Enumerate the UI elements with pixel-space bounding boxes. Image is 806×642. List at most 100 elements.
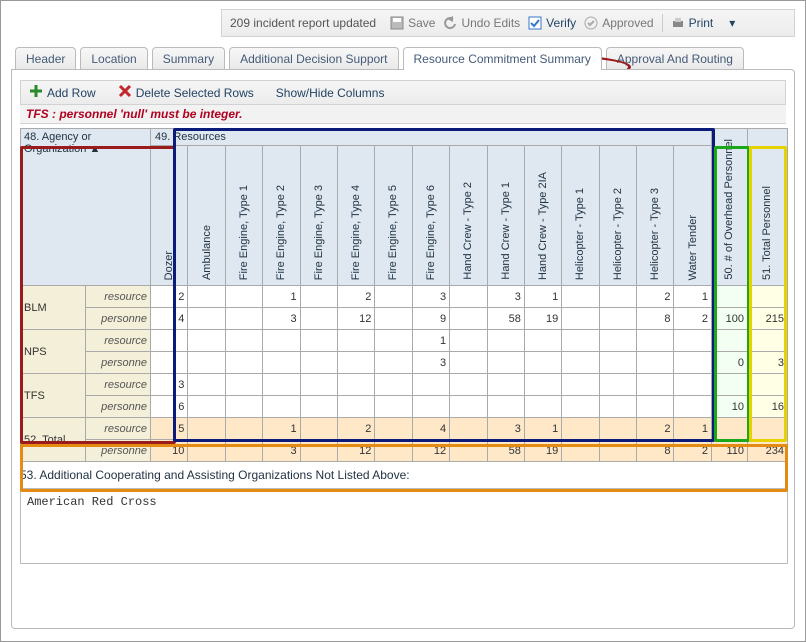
data-cell[interactable]: [225, 418, 262, 440]
data-cell[interactable]: [487, 396, 524, 418]
overhead-cell[interactable]: 100: [712, 308, 748, 330]
data-cell[interactable]: [674, 374, 712, 396]
data-cell[interactable]: [375, 286, 412, 308]
col-water-tender[interactable]: Water Tender: [674, 146, 712, 286]
data-cell[interactable]: [524, 352, 561, 374]
col-helicopter-type-1[interactable]: Helicopter - Type 1: [562, 146, 599, 286]
data-cell[interactable]: [300, 330, 337, 352]
col-ambulance[interactable]: Ambulance: [188, 146, 225, 286]
data-cell[interactable]: [599, 374, 636, 396]
table-row[interactable]: BLMresource21233121: [21, 286, 788, 308]
show-hide-columns-button[interactable]: Show/Hide Columns: [276, 86, 385, 100]
data-cell[interactable]: 1: [263, 418, 300, 440]
resource-grid[interactable]: 48. Agency or Organization ▲49. Resource…: [20, 128, 788, 462]
data-cell[interactable]: 2: [151, 286, 188, 308]
data-cell[interactable]: [637, 352, 674, 374]
total-cell[interactable]: 3: [748, 352, 788, 374]
overhead-cell[interactable]: 0: [712, 352, 748, 374]
overhead-cell[interactable]: 110: [712, 440, 748, 462]
data-cell[interactable]: 5: [151, 418, 188, 440]
data-cell[interactable]: [562, 352, 599, 374]
tab-header[interactable]: Header: [15, 47, 76, 70]
data-cell[interactable]: [599, 396, 636, 418]
data-cell[interactable]: [487, 374, 524, 396]
undo-button[interactable]: Undo Edits: [443, 16, 520, 30]
data-cell[interactable]: [674, 352, 712, 374]
data-cell[interactable]: [562, 286, 599, 308]
data-cell[interactable]: [337, 374, 374, 396]
data-cell[interactable]: 3: [412, 286, 449, 308]
data-cell[interactable]: 3: [151, 374, 188, 396]
data-cell[interactable]: [599, 352, 636, 374]
data-cell[interactable]: [674, 396, 712, 418]
data-cell[interactable]: 2: [637, 418, 674, 440]
data-cell[interactable]: [188, 374, 225, 396]
data-cell[interactable]: [637, 330, 674, 352]
data-cell[interactable]: [375, 396, 412, 418]
data-cell[interactable]: [562, 330, 599, 352]
data-cell[interactable]: [450, 286, 487, 308]
tab-summary[interactable]: Summary: [152, 47, 225, 70]
data-cell[interactable]: 2: [674, 308, 712, 330]
data-cell[interactable]: [337, 396, 374, 418]
table-row[interactable]: personne303: [21, 352, 788, 374]
col-fire-engine-type-5[interactable]: Fire Engine, Type 5: [375, 146, 412, 286]
col-dozer[interactable]: Dozer: [151, 146, 188, 286]
data-cell[interactable]: [487, 352, 524, 374]
data-cell[interactable]: [375, 352, 412, 374]
data-cell[interactable]: 1: [263, 286, 300, 308]
data-cell[interactable]: 3: [487, 286, 524, 308]
data-cell[interactable]: [450, 374, 487, 396]
data-cell[interactable]: [225, 286, 262, 308]
approve-button[interactable]: Approved: [584, 16, 653, 30]
data-cell[interactable]: [412, 396, 449, 418]
data-cell[interactable]: 3: [263, 308, 300, 330]
data-cell[interactable]: [188, 308, 225, 330]
data-cell[interactable]: 19: [524, 308, 561, 330]
total-cell[interactable]: [748, 418, 788, 440]
data-cell[interactable]: 1: [524, 286, 561, 308]
col-overhead[interactable]: 50. # of Overhead Personnel: [712, 129, 748, 286]
total-cell[interactable]: 234: [748, 440, 788, 462]
save-button[interactable]: Save: [390, 16, 435, 30]
data-cell[interactable]: 4: [151, 308, 188, 330]
col-total-personnel[interactable]: 51. Total Personnel: [748, 129, 788, 286]
data-cell[interactable]: 2: [337, 286, 374, 308]
col-fire-engine-type-4[interactable]: Fire Engine, Type 4: [337, 146, 374, 286]
coop-textarea[interactable]: American Red Cross: [20, 488, 788, 564]
data-cell[interactable]: [263, 330, 300, 352]
data-cell[interactable]: [562, 374, 599, 396]
data-cell[interactable]: [300, 374, 337, 396]
data-cell[interactable]: 1: [412, 330, 449, 352]
data-cell[interactable]: [524, 330, 561, 352]
col-fire-engine-type-1[interactable]: Fire Engine, Type 1: [225, 146, 262, 286]
data-cell[interactable]: [599, 286, 636, 308]
data-cell[interactable]: 3: [487, 418, 524, 440]
data-cell[interactable]: [263, 352, 300, 374]
data-cell[interactable]: 4: [412, 418, 449, 440]
data-cell[interactable]: [562, 418, 599, 440]
data-cell[interactable]: [188, 440, 225, 462]
data-cell[interactable]: [450, 352, 487, 374]
data-cell[interactable]: 8: [637, 308, 674, 330]
total-cell[interactable]: [748, 374, 788, 396]
data-cell[interactable]: [599, 440, 636, 462]
data-cell[interactable]: [263, 396, 300, 418]
overhead-cell[interactable]: [712, 286, 748, 308]
data-cell[interactable]: [562, 440, 599, 462]
data-cell[interactable]: [450, 396, 487, 418]
agency-cell[interactable]: 52. Total: [21, 418, 86, 462]
data-cell[interactable]: [300, 352, 337, 374]
data-cell[interactable]: [225, 308, 262, 330]
total-cell[interactable]: 16: [748, 396, 788, 418]
data-cell[interactable]: [225, 352, 262, 374]
data-cell[interactable]: [375, 418, 412, 440]
print-dropdown[interactable]: ▾: [721, 16, 743, 30]
col-helicopter-type-2[interactable]: Helicopter - Type 2: [599, 146, 636, 286]
data-cell[interactable]: 2: [337, 418, 374, 440]
data-cell[interactable]: [188, 330, 225, 352]
data-cell[interactable]: 9: [412, 308, 449, 330]
data-cell[interactable]: [300, 418, 337, 440]
table-row[interactable]: personne61016: [21, 396, 788, 418]
agency-cell[interactable]: NPS: [21, 330, 86, 374]
